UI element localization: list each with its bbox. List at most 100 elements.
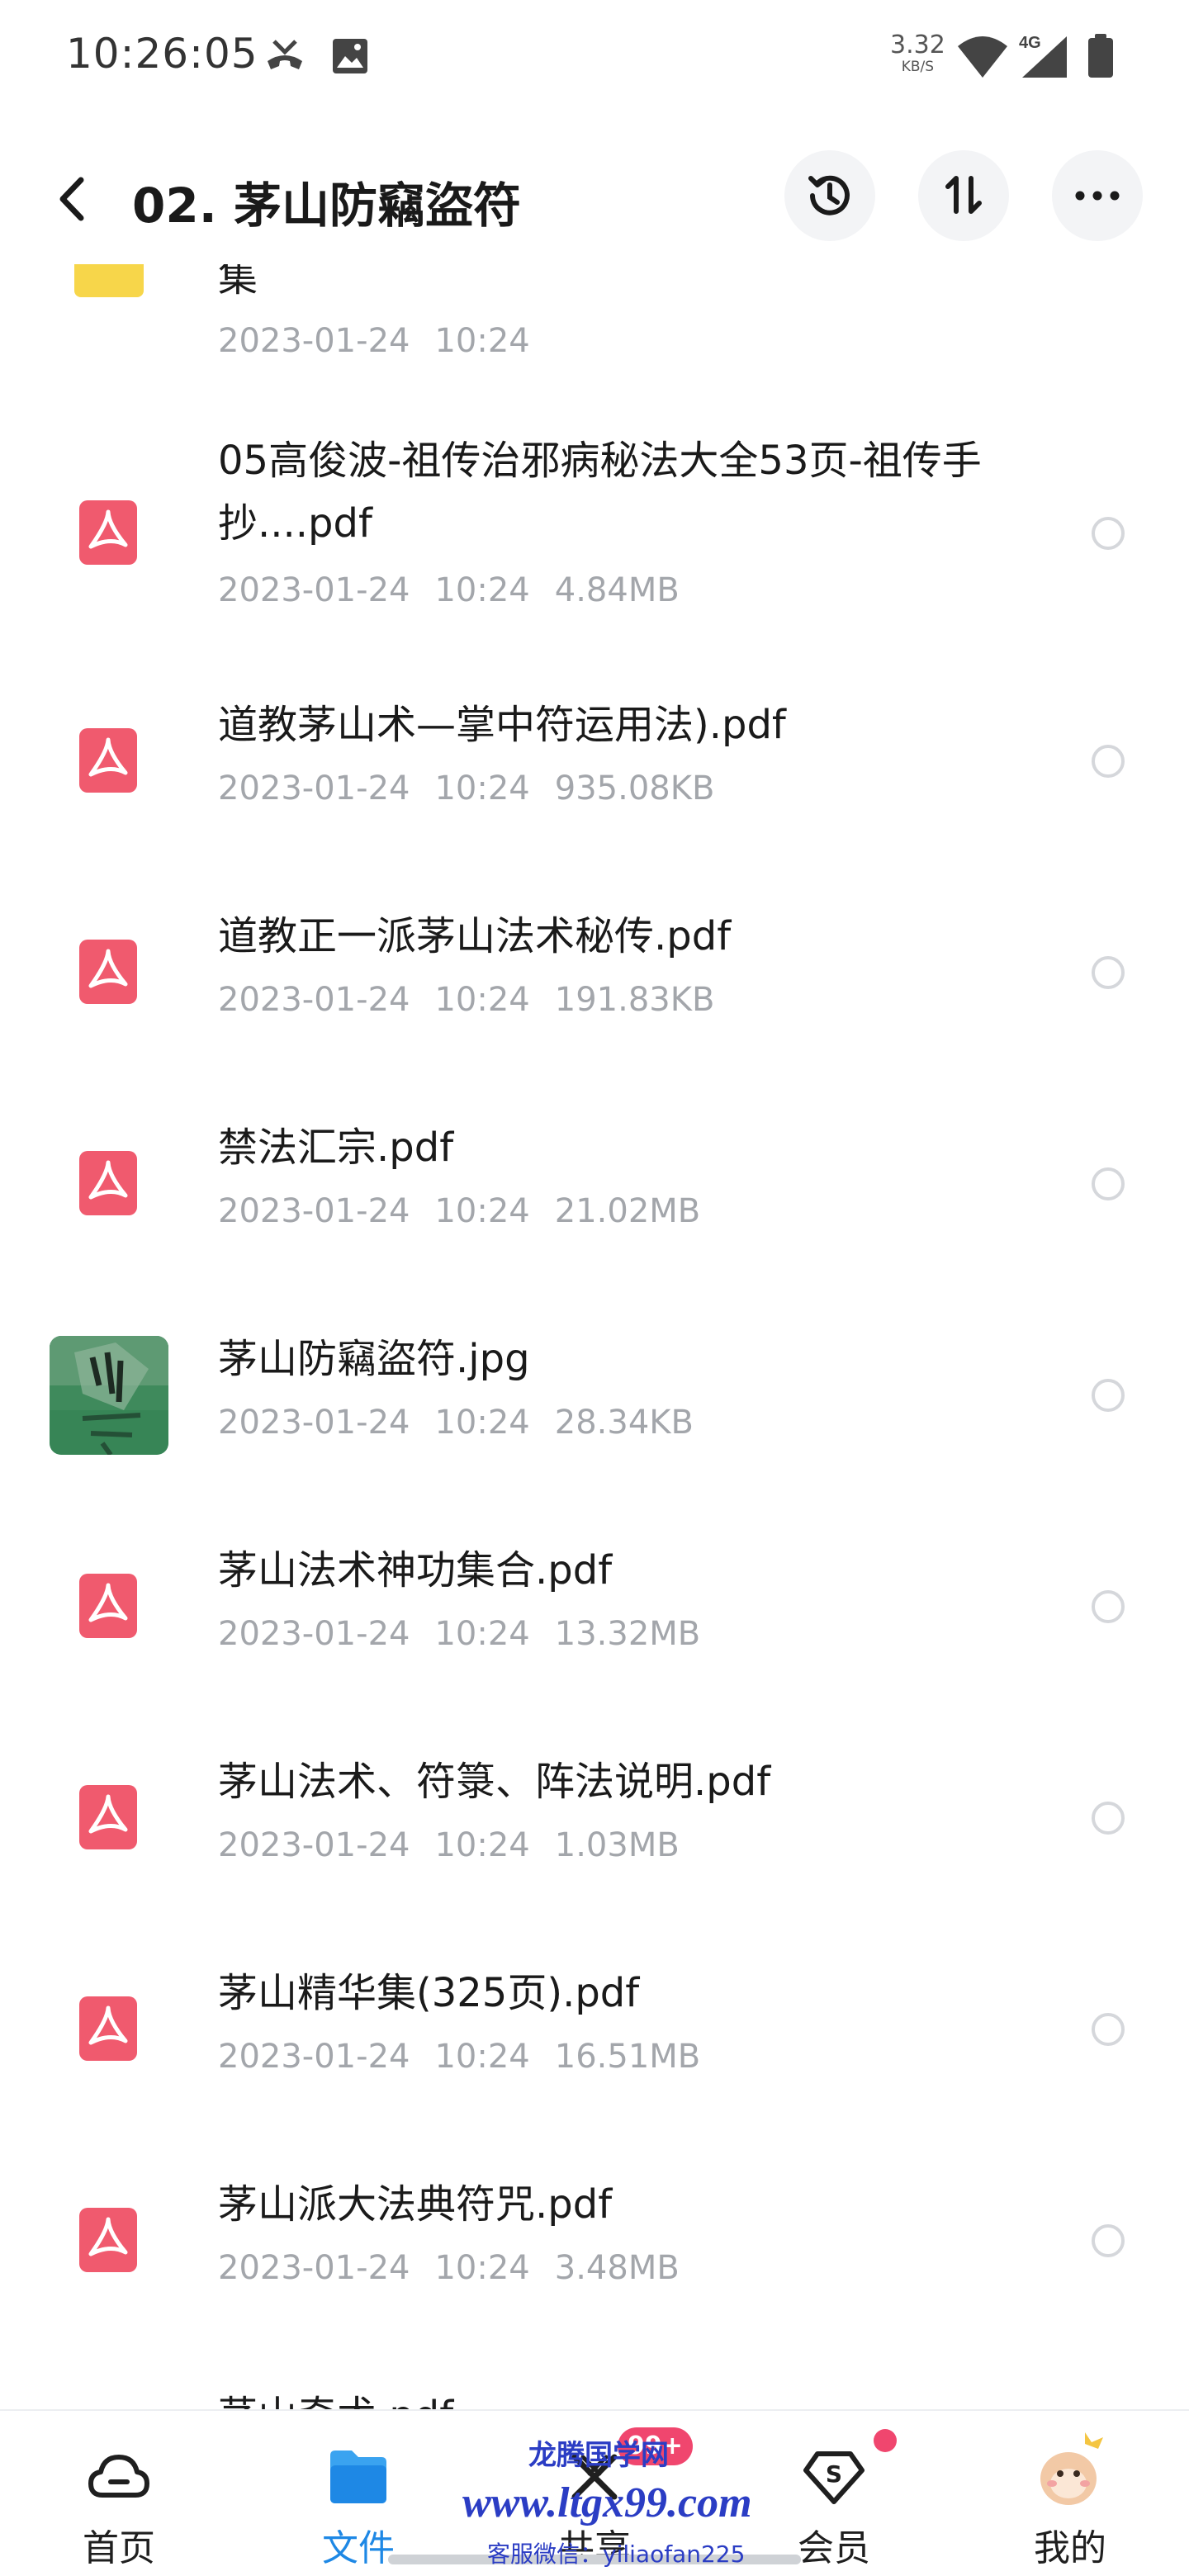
tab-vip[interactable]: S 会员 <box>751 2411 917 2576</box>
file-date: 2023-01-24 <box>218 322 410 360</box>
file-size: 28.34KB <box>554 1404 694 1442</box>
file-meta: 2023-01-24 10:24 1.03MB <box>218 1826 704 1864</box>
file-row[interactable]: 茅山防竊盜符.jpg 2023-01-24 10:24 28.34KB <box>0 1328 1189 1493</box>
file-meta: 2023-01-24 10:24 4.84MB <box>218 571 704 609</box>
watermark-contact: 客服微信：yiliaofan225 <box>487 2540 746 2568</box>
image-thumbnail <box>50 1336 168 1455</box>
tab-label: 我的 <box>1034 2527 1106 2569</box>
file-name: 禁法汇宗.pdf <box>218 1125 454 1171</box>
file-row[interactable]: 茅山派大法典符咒.pdf 2023-01-24 10:24 3.48MB <box>0 2173 1189 2338</box>
file-meta: 2023-01-24 10:24 13.32MB <box>218 1615 725 1653</box>
select-radio[interactable] <box>1092 517 1125 550</box>
file-size: 4.84MB <box>554 571 680 609</box>
pdf-icon <box>79 728 137 793</box>
file-meta: 2023-01-24 10:24 16.51MB <box>218 2038 725 2076</box>
file-time: 10:24 <box>434 1192 530 1230</box>
svg-text:S: S <box>826 2460 842 2488</box>
file-name: 道教正一派茅山法术秘传.pdf <box>218 913 732 959</box>
tab-me[interactable]: 我的 <box>988 2411 1153 2576</box>
file-date: 2023-01-24 <box>218 571 410 609</box>
missed-call-icon <box>268 40 302 69</box>
file-meta: 2023-01-24 10:24 935.08KB <box>218 769 739 807</box>
file-time: 10:24 <box>434 1826 530 1864</box>
file-size: 1.03MB <box>554 1826 680 1864</box>
pdf-icon <box>79 1151 137 1215</box>
file-time: 10:24 <box>434 981 530 1019</box>
file-time: 10:24 <box>434 322 530 360</box>
pdf-icon <box>79 2208 137 2272</box>
file-size: 3.48MB <box>554 2249 680 2287</box>
file-row[interactable]: 道教正一派茅山法术秘传.pdf 2023-01-24 10:24 191.83KB <box>0 905 1189 1070</box>
file-time: 10:24 <box>434 1404 530 1442</box>
vip-dot <box>874 2429 897 2452</box>
file-size: 935.08KB <box>554 769 715 807</box>
cloud-home-icon <box>88 2455 149 2498</box>
select-radio[interactable] <box>1092 2224 1125 2257</box>
pdf-icon <box>79 1785 137 1849</box>
file-time: 10:24 <box>434 2038 530 2076</box>
file-row[interactable]: 05高俊波-祖传治邪病秘法大全53页-祖传手抄....pdf 2023-01-2… <box>0 429 1189 644</box>
file-size: 21.02MB <box>554 1192 701 1230</box>
vip-icon: S <box>803 2451 865 2504</box>
file-name: 茅山法术、符箓、阵法说明.pdf <box>218 1759 771 1805</box>
more-icon <box>1075 191 1120 201</box>
file-row[interactable]: 茅山法术神功集合.pdf 2023-01-24 10:24 13.32MB <box>0 1539 1189 1704</box>
talisman-image-icon <box>50 1336 168 1455</box>
status-time: 10:26:05 <box>66 30 258 78</box>
folder-icon <box>74 264 144 297</box>
select-radio[interactable] <box>1092 1802 1125 1835</box>
select-radio[interactable] <box>1092 745 1125 778</box>
file-meta: 2023-01-24 10:24 191.83KB <box>218 981 739 1019</box>
file-meta: 2023-01-24 10:24 3.48MB <box>218 2249 704 2287</box>
file-row[interactable]: 道教茅山术—掌中符运用法).pdf 2023-01-24 10:24 935.08K… <box>0 694 1189 859</box>
pdf-icon <box>79 500 137 565</box>
file-name: 茅山奇术.pdf <box>218 2384 1052 2411</box>
tab-files[interactable]: 文件 <box>276 2411 441 2576</box>
select-radio[interactable] <box>1092 1167 1125 1200</box>
wifi-icon <box>958 36 1007 78</box>
select-radio[interactable] <box>1092 956 1125 989</box>
select-radio[interactable] <box>1092 2013 1125 2046</box>
network-speed-value: 3.32 <box>890 31 945 59</box>
file-time: 10:24 <box>434 2249 530 2287</box>
file-row[interactable]: 茅山奇术.pdf <box>0 2384 1189 2411</box>
select-radio[interactable] <box>1092 1590 1125 1623</box>
file-name: 集 <box>218 264 258 301</box>
file-name: 茅山精华集(325页).pdf <box>218 1970 640 2016</box>
file-date: 2023-01-24 <box>218 1404 410 1442</box>
pdf-icon <box>79 1574 137 1638</box>
file-row[interactable]: 茅山法术、符箓、阵法说明.pdf 2023-01-24 10:24 1.03MB <box>0 1750 1189 1915</box>
pdf-icon <box>79 940 137 1004</box>
file-date: 2023-01-24 <box>218 1192 410 1230</box>
network-type-label: 4G <box>1019 34 1041 52</box>
back-icon[interactable] <box>50 170 99 228</box>
file-time: 10:24 <box>434 769 530 807</box>
file-name: 道教茅山术—掌中符运用法).pdf <box>218 702 786 748</box>
avatar-icon <box>1040 2432 1103 2505</box>
file-row[interactable]: 集 2023-01-24 10:24 <box>0 264 1189 396</box>
history-button[interactable] <box>784 150 875 241</box>
file-date: 2023-01-24 <box>218 2249 410 2287</box>
file-size: 191.83KB <box>554 981 715 1019</box>
file-name: 茅山法术神功集合.pdf <box>218 1547 613 1593</box>
watermark-line1: 龙腾国学网 <box>528 2439 669 2472</box>
history-icon <box>808 175 850 215</box>
file-name: 05高俊波-祖传治邪病秘法大全53页-祖传手抄....pdf <box>218 438 982 547</box>
page-title: 02. 茅山防竊盜符 <box>132 178 521 234</box>
file-row[interactable]: 茅山精华集(325页).pdf 2023-01-24 10:24 16.51MB <box>0 1962 1189 2127</box>
top-app-bar: 02. 茅山防竊盜符 <box>0 132 1189 264</box>
file-meta: 2023-01-24 10:24 <box>218 322 555 360</box>
battery-icon <box>1088 34 1113 78</box>
file-meta: 2023-01-24 10:24 28.34KB <box>218 1404 718 1442</box>
file-date: 2023-01-24 <box>218 1826 410 1864</box>
tab-home[interactable]: 首页 <box>36 2411 201 2576</box>
sort-button[interactable] <box>918 150 1009 241</box>
network-speed-unit: KB/S <box>901 59 935 75</box>
file-size: 16.51MB <box>554 2038 701 2076</box>
file-row[interactable]: 禁法汇宗.pdf 2023-01-24 10:24 21.02MB <box>0 1116 1189 1281</box>
file-name: 茅山派大法典符咒.pdf <box>218 2181 613 2228</box>
file-size: 13.32MB <box>554 1615 701 1653</box>
watermark-url: www.ltgx99.com <box>462 2479 752 2526</box>
select-radio[interactable] <box>1092 1379 1125 1412</box>
more-button[interactable] <box>1052 150 1143 241</box>
